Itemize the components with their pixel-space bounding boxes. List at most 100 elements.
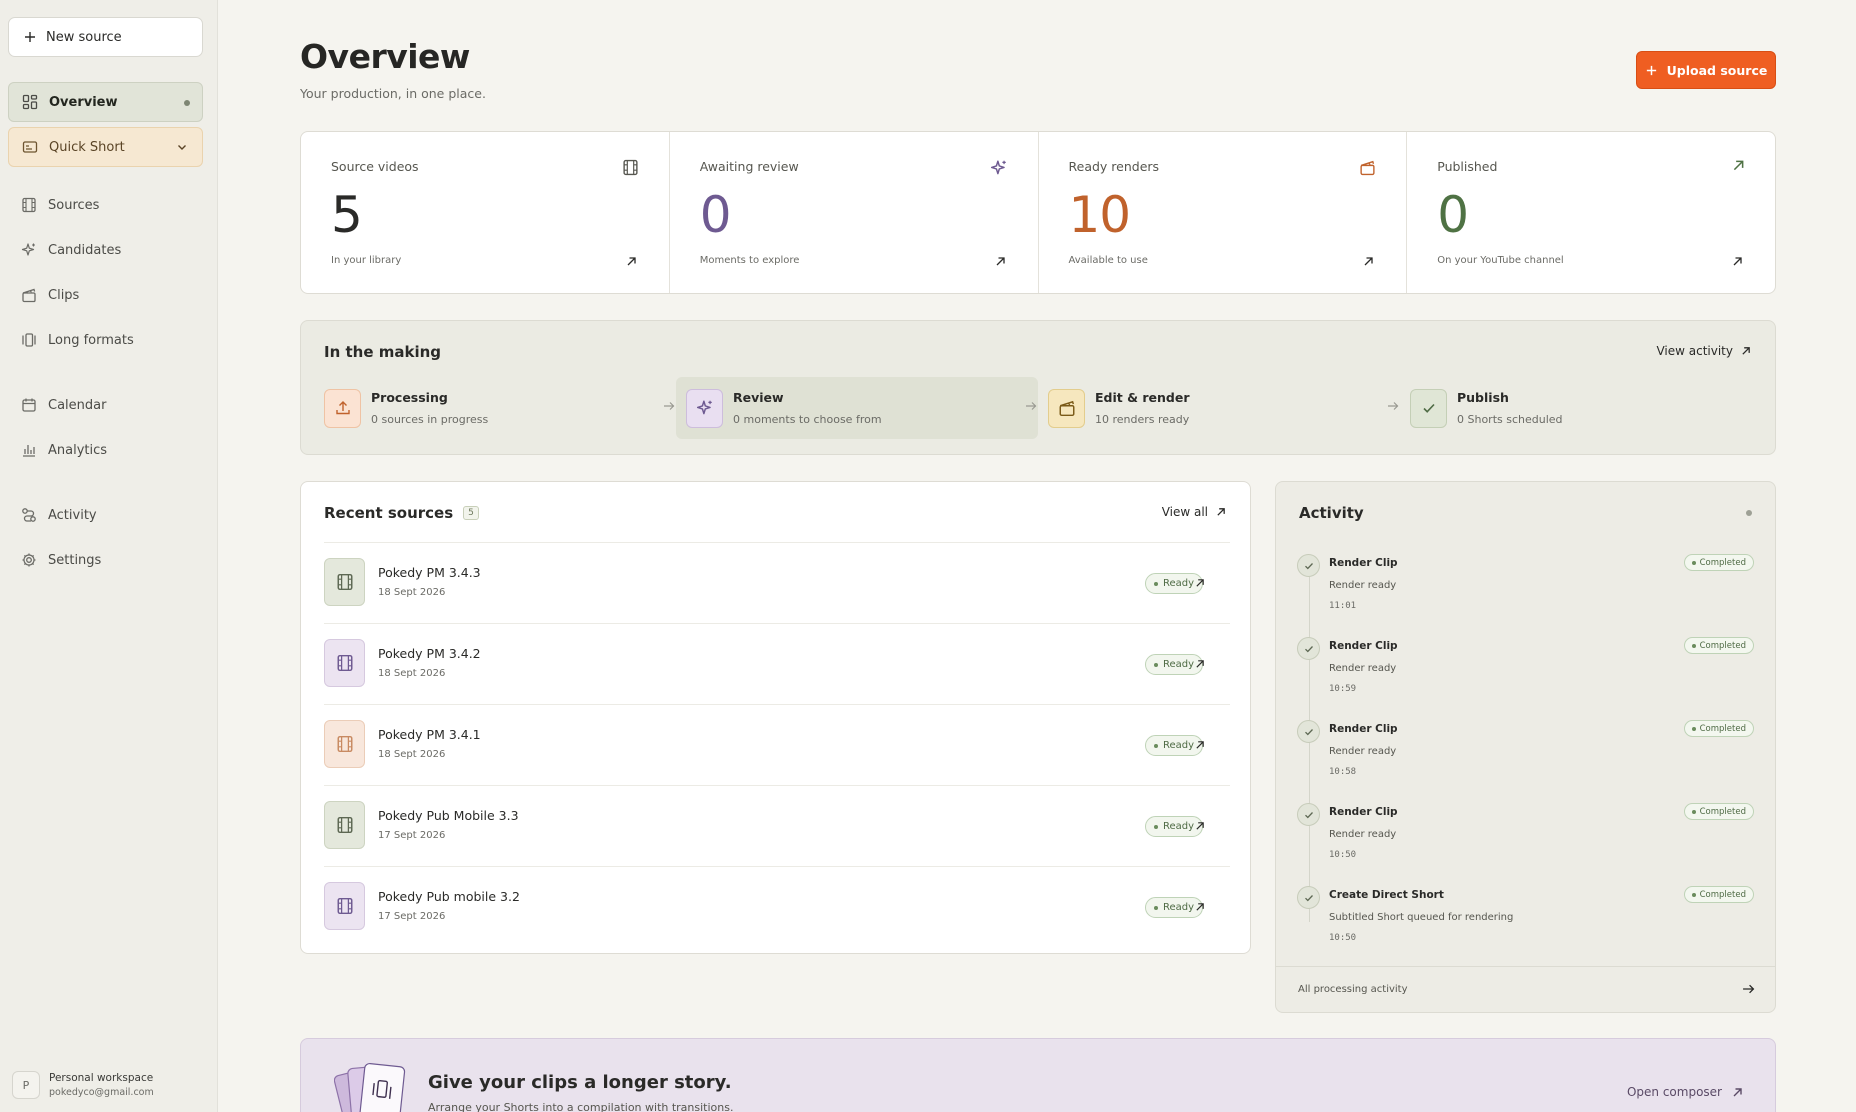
table-row[interactable]: Pokedy Pub Mobile 3.3 17 Sept 2026 Ready [324,785,1230,866]
sidebar-item-overview[interactable]: Overview [8,82,203,122]
page-title: Overview [300,37,470,76]
sidebar-item-activity[interactable]: Activity [8,495,203,535]
activity-item: Render Clip Render ready 11:01 Completed [1297,554,1757,634]
all-processing-activity-link[interactable]: All processing activity [1276,966,1775,1012]
check-icon [1297,886,1320,909]
composer-promo-banner: Give your clips a longer story. Arrange … [300,1038,1776,1112]
status-badge: Completed [1683,803,1754,820]
open-composer-link[interactable]: Open composer [1627,1085,1743,1099]
arrow-up-right-icon[interactable] [1195,821,1205,831]
clapper-icon [22,288,36,303]
activity-item: Render Clip Render ready 10:59 Completed [1297,637,1757,717]
arrow-right-icon [1026,402,1037,410]
avatar: P [12,1071,40,1099]
stats-panel: Source videos 5 In your library Awaiting… [300,131,1776,294]
activity-item: Render Clip Render ready 10:50 Completed [1297,803,1757,883]
arrow-up-right-icon [627,257,636,266]
promo-subtitle: Arrange your Shorts into a compilation w… [428,1101,734,1112]
view-activity-link[interactable]: View activity [1656,344,1751,358]
arrow-up-right-icon [996,257,1005,266]
view-activity-label: View activity [1656,344,1733,358]
stage-subtitle: 0 Shorts scheduled [1457,413,1563,426]
page-subtitle: Your production, in one place. [300,86,486,101]
check-icon [1410,388,1447,428]
sidebar-item-sources[interactable]: Sources [8,185,203,225]
chevron-down-icon [178,145,186,150]
stat-card-published[interactable]: Published 0 On your YouTube channel [1407,132,1775,293]
arrow-up-right-icon[interactable] [1195,740,1205,750]
activity-name: Render Clip [1329,806,1398,818]
arrow-up-right-icon[interactable] [1195,902,1205,912]
table-row[interactable]: Pokedy Pub mobile 3.2 17 Sept 2026 Ready [324,866,1230,947]
in-the-making-panel: In the making View activity Processing 0… [300,320,1776,455]
recent-sources-panel: Recent sources 5 View all Pokedy PM 3.4.… [300,481,1251,954]
stage-edit-render[interactable]: Edit & render 10 renders ready [1038,377,1400,439]
table-row[interactable]: Pokedy PM 3.4.1 18 Sept 2026 Ready [324,704,1230,785]
view-all-link[interactable]: View all [1162,505,1226,519]
stage-publish[interactable]: Publish 0 Shorts scheduled [1400,377,1762,439]
gallery-icon [22,333,36,347]
sidebar-item-calendar[interactable]: Calendar [8,385,203,425]
stage-processing[interactable]: Processing 0 sources in progress [314,377,676,439]
stat-value: 5 [331,186,363,244]
stat-value: 0 [1437,186,1469,244]
clapper-icon [1360,160,1375,176]
source-name: Pokedy PM 3.4.3 [378,565,481,580]
film-icon [324,639,365,687]
sidebar-item-settings[interactable]: Settings [8,540,203,580]
new-source-label: New source [46,29,122,45]
table-row[interactable]: Pokedy PM 3.4.2 18 Sept 2026 Ready [324,623,1230,704]
status-badge: Completed [1683,637,1754,654]
table-row[interactable]: Pokedy PM 3.4.3 18 Sept 2026 Ready [324,542,1230,623]
sidebar: New source Overview Quick Short Sources … [0,0,218,1112]
plus-icon [25,32,35,42]
sidebar-item-label: Candidates [48,242,122,258]
sidebar-item-label: Long formats [48,332,134,348]
calendar-icon [22,398,36,412]
recent-sources-title: Recent sources [324,504,454,522]
workspace-switcher[interactable]: P Personal workspace pokedyco@gmail.com [12,1071,154,1099]
plus-icon [1646,65,1656,75]
sidebar-item-long-formats[interactable]: Long formats [8,320,203,360]
check-icon [1297,554,1320,577]
source-date: 17 Sept 2026 [378,830,446,841]
stat-label: Published [1437,159,1498,174]
open-composer-label: Open composer [1626,1085,1722,1099]
film-icon [623,159,638,176]
stat-card-source-videos[interactable]: Source videos 5 In your library [301,132,670,293]
check-icon [1297,637,1320,660]
arrow-up-right-icon[interactable] [1195,659,1205,669]
arrow-up-right-icon [1217,508,1225,516]
stage-review[interactable]: Review 0 moments to choose from [676,377,1038,439]
sidebar-item-analytics[interactable]: Analytics [8,430,203,470]
stage-title: Publish [1457,390,1509,405]
arrow-up-right-icon[interactable] [1195,578,1205,588]
stat-card-ready-renders[interactable]: Ready renders 10 Available to use [1039,132,1408,293]
sidebar-item-quick-short[interactable]: Quick Short [8,127,203,167]
activity-name: Render Clip [1329,640,1398,652]
sidebar-item-label: Sources [48,197,100,213]
upload-source-button[interactable]: Upload source [1636,51,1776,89]
active-dot [184,100,190,106]
stat-card-awaiting-review[interactable]: Awaiting review 0 Moments to explore [670,132,1039,293]
source-name: Pokedy Pub mobile 3.2 [378,889,520,904]
footer-label: All processing activity [1298,984,1408,995]
activity-panel: Activity Render Clip Render ready 11:01 … [1275,481,1776,1013]
arrow-up-right-icon [1742,347,1750,355]
card-icon [22,141,38,153]
live-indicator-dot [1746,510,1752,516]
status-badge: Completed [1683,886,1754,903]
stat-subtext: Available to use [1068,255,1148,266]
stage-title: Review [733,390,784,405]
route-icon [22,508,36,522]
section-title: Recent sources 5 [324,504,479,522]
activity-item: Create Direct Short Subtitled Short queu… [1297,886,1757,966]
activity-item: Render Clip Render ready 10:58 Completed [1297,720,1757,800]
sidebar-item-candidates[interactable]: Candidates [8,230,203,270]
sidebar-item-clips[interactable]: Clips [8,275,203,315]
arrow-up-right-icon [1733,1087,1742,1096]
activity-description: Render ready [1329,746,1397,757]
film-icon [324,720,365,768]
workspace-email: pokedyco@gmail.com [49,1087,154,1098]
new-source-button[interactable]: New source [8,17,203,57]
